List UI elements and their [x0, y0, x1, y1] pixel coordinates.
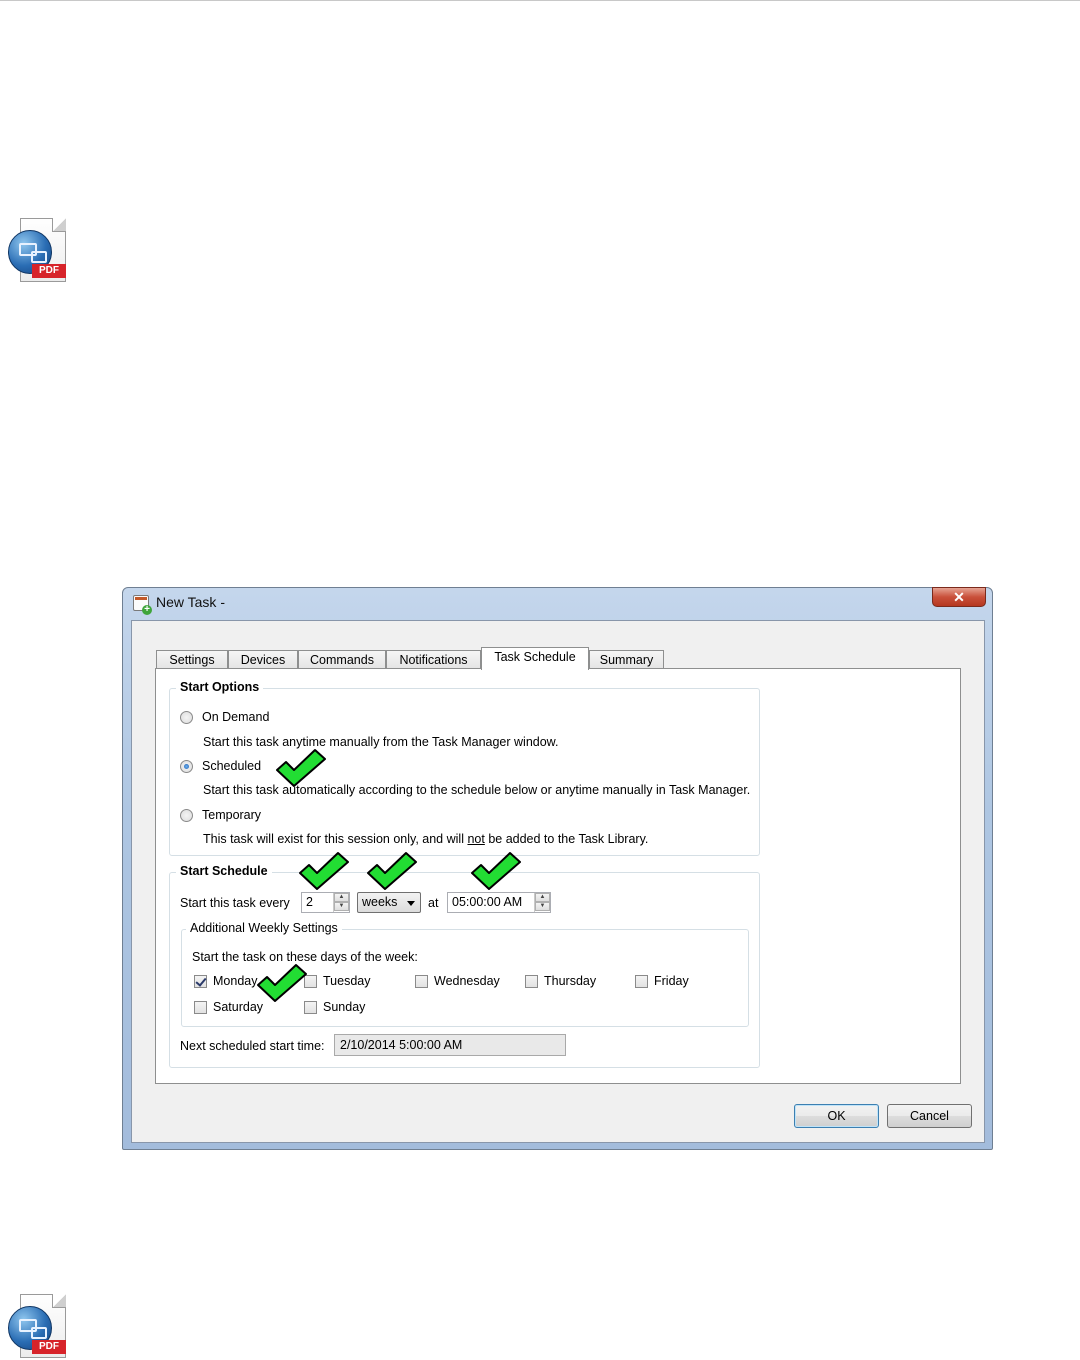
next-start-label: Next scheduled start time:: [180, 1039, 325, 1053]
checkmark-annotation-icon: [471, 852, 521, 890]
interval-value: 2: [306, 895, 313, 909]
pdf-document-icon[interactable]: PDF: [8, 1294, 68, 1360]
scheduled-label[interactable]: Scheduled: [202, 759, 261, 773]
monday-checkbox[interactable]: [194, 975, 207, 988]
wednesday-checkbox[interactable]: [415, 975, 428, 988]
tab-notifications[interactable]: Notifications: [386, 650, 481, 670]
spin-up-icon[interactable]: ▲: [535, 893, 550, 902]
next-start-field: 2/10/2014 5:00:00 AM: [334, 1034, 566, 1056]
tab-settings[interactable]: Settings: [156, 650, 228, 670]
interval-unit-select[interactable]: weeks: [357, 892, 421, 913]
spin-down-icon[interactable]: ▼: [334, 902, 349, 911]
sunday-label[interactable]: Sunday: [323, 1000, 365, 1014]
tab-commands[interactable]: Commands: [298, 650, 386, 670]
pdf-tag: PDF: [32, 264, 66, 278]
on-demand-label[interactable]: On Demand: [202, 710, 269, 724]
on-demand-radio[interactable]: [180, 711, 193, 724]
temporary-label[interactable]: Temporary: [202, 808, 261, 822]
new-task-dialog: New Task - ✕ Settings Devices Commands N…: [122, 587, 993, 1150]
title-bar[interactable]: New Task - ✕: [123, 587, 992, 620]
friday-checkbox[interactable]: [635, 975, 648, 988]
pdf-document-icon[interactable]: PDF: [8, 218, 68, 284]
dialog-client-area: Settings Devices Commands Notifications …: [131, 620, 985, 1143]
interval-stepper[interactable]: 2 ▲ ▼: [301, 892, 350, 913]
new-task-icon: [133, 595, 152, 615]
thursday-label[interactable]: Thursday: [544, 974, 596, 988]
interval-unit-value: weeks: [362, 895, 398, 909]
scheduled-radio[interactable]: [180, 760, 193, 773]
window-title: New Task -: [156, 594, 225, 610]
checkmark-annotation-icon: [257, 964, 307, 1002]
spin-down-icon[interactable]: ▼: [535, 902, 550, 911]
tab-summary[interactable]: Summary: [589, 650, 664, 670]
cancel-button[interactable]: Cancel: [887, 1104, 972, 1128]
temporary-radio[interactable]: [180, 809, 193, 822]
start-options-title: Start Options: [176, 680, 264, 694]
checkmark-annotation-icon: [276, 749, 326, 787]
tuesday-label[interactable]: Tuesday: [323, 974, 370, 988]
saturday-checkbox[interactable]: [194, 1001, 207, 1014]
temporary-description: This task will exist for this session on…: [203, 832, 649, 846]
start-options-group: Start Options On Demand Start this task …: [169, 680, 760, 856]
ok-button[interactable]: OK: [794, 1104, 879, 1128]
close-button[interactable]: ✕: [932, 587, 986, 607]
tab-task-schedule[interactable]: Task Schedule: [481, 647, 589, 670]
spin-up-icon[interactable]: ▲: [334, 893, 349, 902]
top-rule: [0, 0, 1080, 1]
dropdown-arrow-icon: [407, 901, 415, 906]
start-time-value: 05:00:00 AM: [452, 895, 523, 909]
task-schedule-panel: Start Options On Demand Start this task …: [155, 668, 961, 1084]
every-label: Start this task every: [180, 896, 290, 910]
start-schedule-title: Start Schedule: [176, 864, 272, 878]
days-instruction: Start the task on these days of the week…: [192, 950, 418, 964]
checkmark-annotation-icon: [299, 852, 349, 890]
monday-label[interactable]: Monday: [213, 974, 257, 988]
wednesday-label[interactable]: Wednesday: [434, 974, 500, 988]
at-label: at: [428, 896, 439, 910]
start-time-field[interactable]: 05:00:00 AM ▲ ▼: [447, 892, 551, 913]
checkmark-annotation-icon: [367, 852, 417, 890]
on-demand-description: Start this task anytime manually from th…: [203, 735, 559, 749]
weekly-settings-title: Additional Weekly Settings: [186, 921, 342, 935]
friday-label[interactable]: Friday: [654, 974, 689, 988]
thursday-checkbox[interactable]: [525, 975, 538, 988]
pdf-tag: PDF: [32, 1340, 66, 1354]
tab-devices[interactable]: Devices: [228, 650, 298, 670]
